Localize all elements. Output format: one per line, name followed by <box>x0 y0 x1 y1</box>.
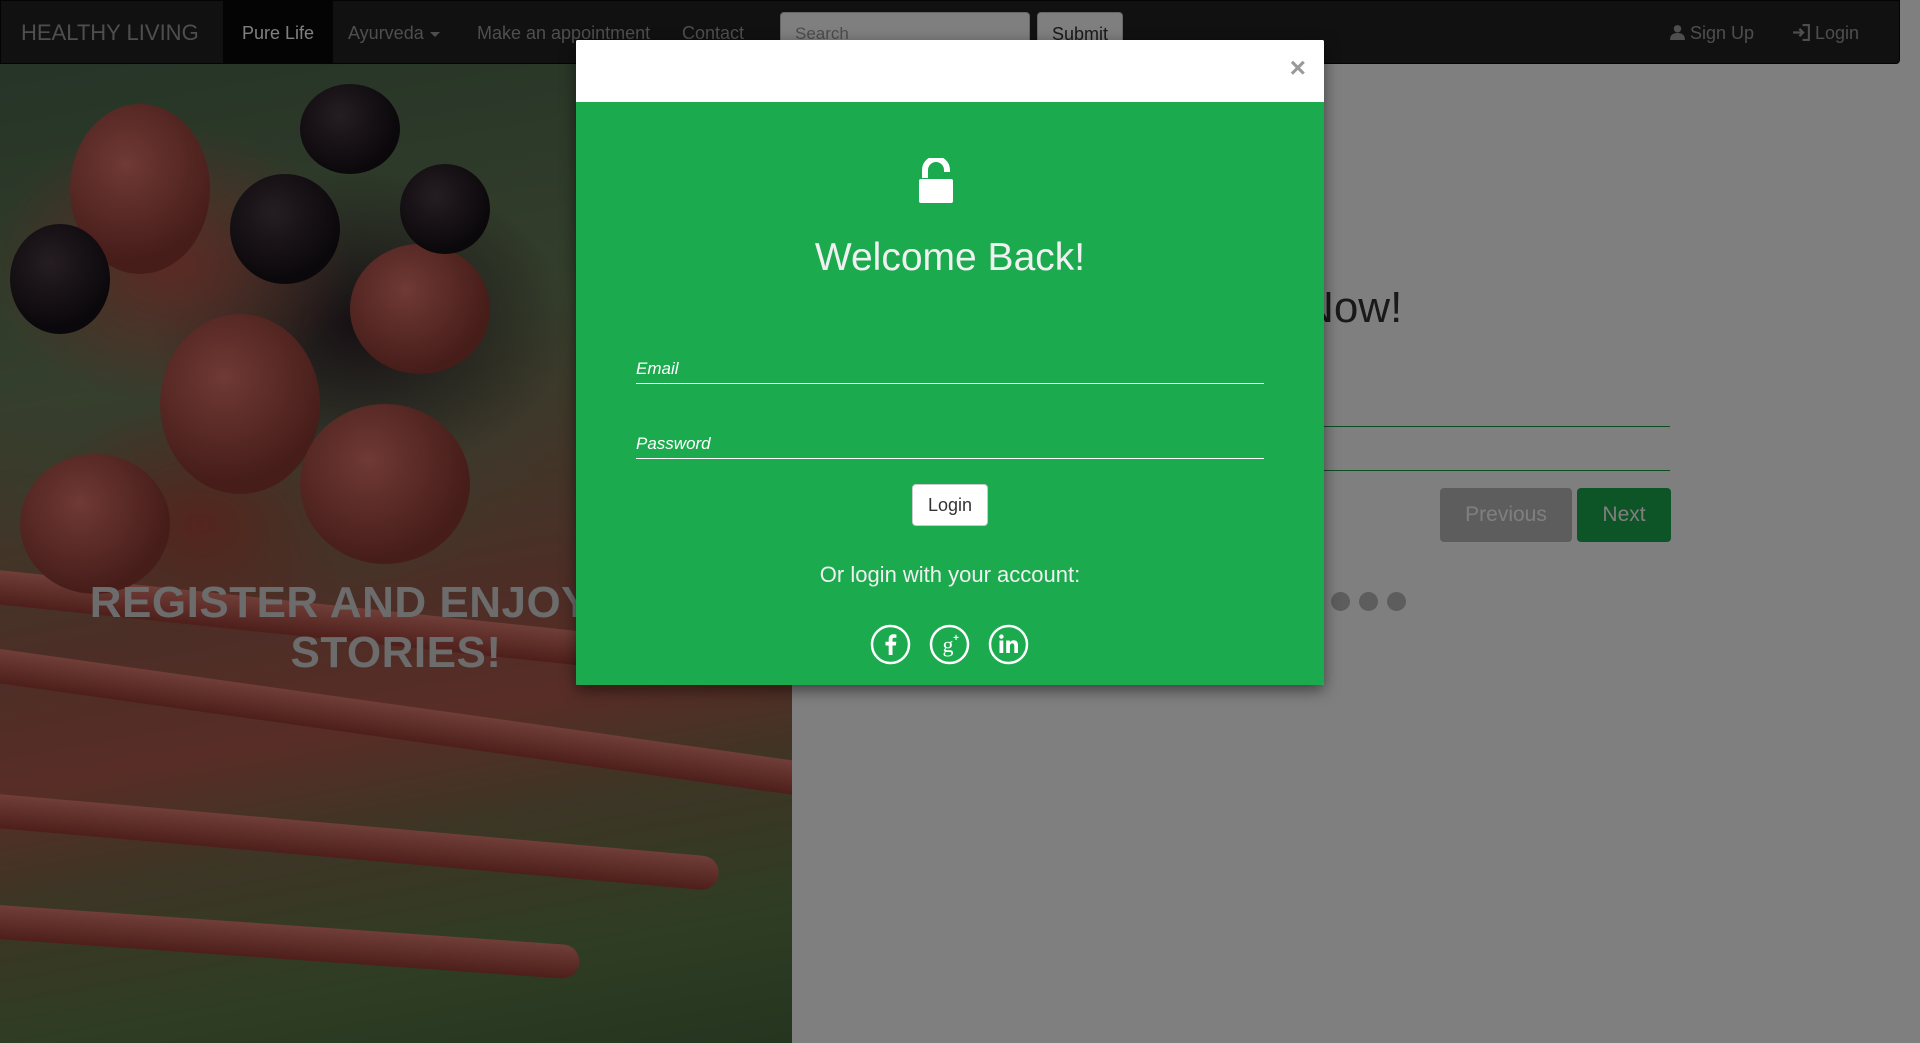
login-modal: × Welcome Back! Login Or login with your… <box>576 40 1324 685</box>
svg-text:g: g <box>943 632 954 657</box>
svg-text:+: + <box>953 633 959 644</box>
facebook-icon[interactable] <box>870 624 911 665</box>
close-icon[interactable]: × <box>1290 54 1306 82</box>
social-login-prompt: Or login with your account: <box>819 562 1081 587</box>
login-button[interactable]: Login <box>912 484 988 526</box>
unlock-icon <box>919 158 953 203</box>
modal-header: × <box>576 40 1324 102</box>
modal-body: Welcome Back! Login Or login with your a… <box>576 102 1324 685</box>
password-field[interactable] <box>636 429 1264 459</box>
modal-title: Welcome Back! <box>814 236 1086 279</box>
email-field[interactable] <box>636 354 1264 384</box>
google-plus-icon[interactable]: g + <box>929 624 970 665</box>
linkedin-icon[interactable] <box>988 624 1029 665</box>
